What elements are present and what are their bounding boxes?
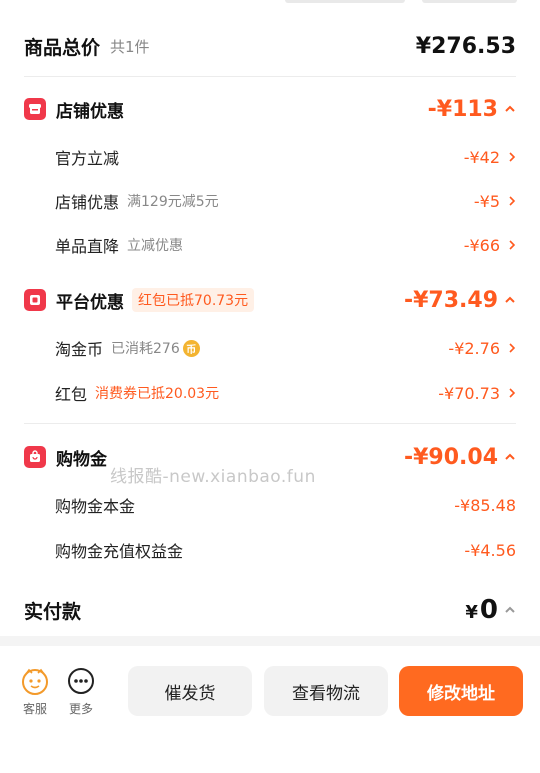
item-amount: -¥4.56 [464,540,516,560]
platform-discount-badge: 红包已抵70.73元 [132,288,255,312]
item-amount: -¥42 [464,148,516,167]
section-separator [0,636,540,646]
item-amount-value: -¥70.73 [438,383,500,403]
goods-count: 共1件 [110,37,150,56]
goods-total-amount: ¥276.53 [415,33,516,59]
item-note: 已消耗276 [111,341,180,357]
goods-total-title: 商品总价 [24,36,101,59]
shopping-credit-title: 购物金 [56,449,107,470]
chevron-up-icon [505,606,515,613]
urge-shipment-button[interactable]: 催发货 [128,666,252,716]
discount-item-taojinbi[interactable]: 淘金币 已消耗276 币 -¥2.76 [24,333,516,363]
item-amount-value: -¥42 [463,147,500,167]
chevron-up-icon [505,453,515,460]
more-label: 更多 [68,702,93,716]
item-note: 立减优惠 [127,238,184,254]
item-amount-value: -¥2.76 [448,338,500,358]
watermark-text: 线报酷-new.xianbao.fun [110,467,316,487]
divider [24,76,516,77]
chevron-right-icon [509,196,516,206]
store-discount-amount: -¥113 [428,97,516,122]
platform-discount-value: -¥73.49 [403,287,498,313]
credit-item-principal: 购物金本金 -¥85.48 [24,490,516,520]
actual-payment-amount: ¥ 0 [465,595,516,625]
more-icon [68,668,94,694]
top-card-edge-right [422,0,517,3]
credit-item-bonus: 购物金充值权益金 -¥4.56 [24,535,516,565]
item-note: 消费券已抵20.03元 [95,386,220,402]
chevron-right-icon [509,343,516,353]
item-label: 官方立减 [55,149,120,168]
shopping-credit-value: -¥90.04 [403,444,498,470]
platform-discount-amount: -¥73.49 [404,288,516,313]
item-label: 购物金充值权益金 [55,542,184,561]
item-amount: -¥2.76 [448,339,516,358]
discount-item-official[interactable]: 官方立减 -¥42 [24,142,516,172]
platform-discount-title: 平台优惠 [56,292,124,313]
customer-service-icon [22,668,48,695]
chevron-right-icon [509,388,516,398]
item-amount: -¥70.73 [438,384,516,403]
actual-payment-row[interactable]: 实付款 ¥ 0 [24,592,516,628]
customer-service-button[interactable]: 客服 [15,666,55,717]
item-note: 满129元减5元 [127,194,219,210]
discount-item-hongbao[interactable]: 红包 消费券已抵20.03元 -¥70.73 [24,378,516,408]
item-amount: -¥66 [464,236,516,255]
coin-icon: 币 [182,339,200,357]
store-discount-value: -¥113 [427,96,498,122]
customer-service-label: 客服 [22,702,47,716]
discount-item-single[interactable]: 单品直降 立减优惠 -¥66 [24,230,516,260]
chevron-right-icon [509,240,516,250]
actual-payment-value: 0 [479,595,498,625]
item-label: 单品直降 [55,237,120,256]
discount-item-store[interactable]: 店铺优惠 满129元减5元 -¥5 [24,186,516,216]
store-discount-title: 店铺优惠 [56,101,124,122]
bottom-action-bar: 客服 更多 催发货 查看物流 修改地址 [0,646,540,773]
top-card-edge-left [285,0,405,3]
item-label: 淘金币 [55,340,104,359]
shopping-credit-amount: -¥90.04 [404,445,516,470]
chevron-up-icon [505,296,515,303]
item-label: 红包 [55,385,88,404]
actual-payment-title: 实付款 [24,600,82,623]
platform-discount-header[interactable]: 平台优惠 红包已抵70.73元 -¥73.49 [24,284,516,316]
currency-symbol: ¥ [465,602,478,623]
shopping-bag-icon [24,446,46,468]
item-label: 购物金本金 [55,497,136,516]
goods-total-row: 商品总价 共1件 ¥276.53 [24,30,516,62]
modify-address-button[interactable]: 修改地址 [399,666,523,716]
item-amount-value: -¥66 [463,235,500,255]
item-amount: -¥5 [474,192,516,211]
chevron-up-icon [505,105,515,112]
more-button[interactable]: 更多 [61,666,101,717]
item-amount-value: -¥5 [473,191,500,211]
store-discount-header[interactable]: 店铺优惠 -¥113 [24,93,516,125]
item-amount: -¥85.48 [454,495,516,515]
divider [24,423,516,424]
platform-icon [24,289,46,311]
item-label: 店铺优惠 [55,193,120,212]
view-logistics-button[interactable]: 查看物流 [264,666,388,716]
chevron-right-icon [509,152,516,162]
store-icon [24,98,46,120]
